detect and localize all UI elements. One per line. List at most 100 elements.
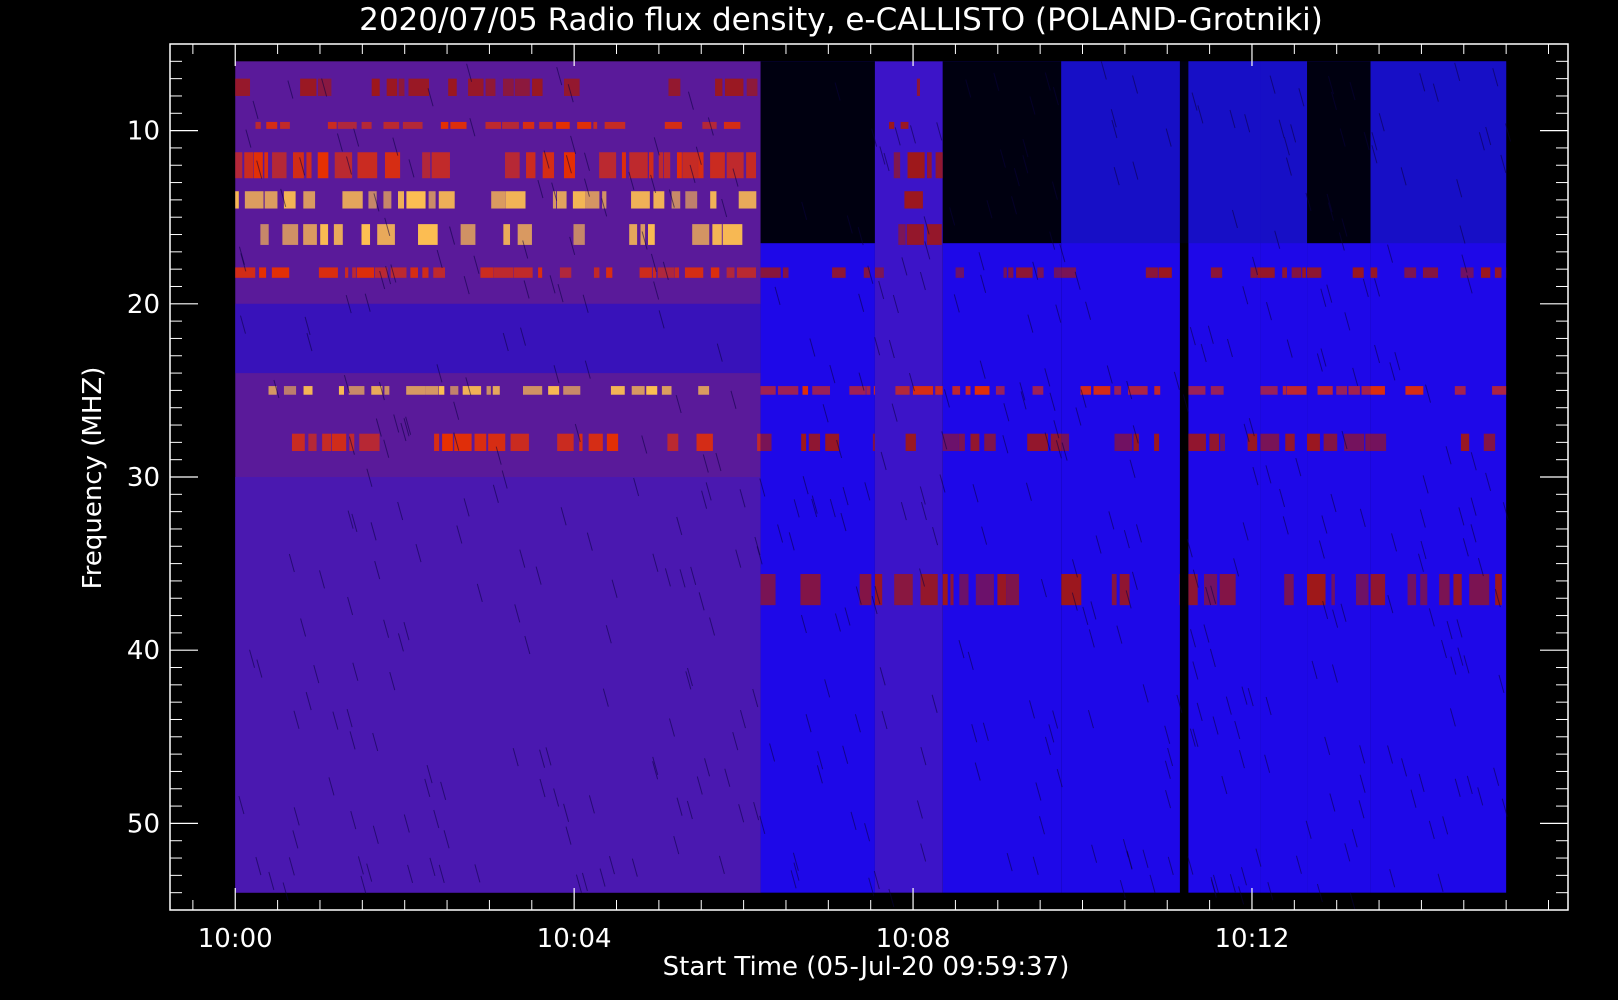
band-burst xyxy=(1016,267,1033,278)
band-burst xyxy=(577,121,592,129)
band-burst xyxy=(559,267,572,278)
band-burst xyxy=(1114,386,1122,395)
band-burst xyxy=(450,386,459,395)
band-burst xyxy=(342,191,363,209)
band-burst xyxy=(538,267,543,278)
band-burst xyxy=(431,152,450,179)
band-burst xyxy=(1032,386,1044,395)
band-burst xyxy=(1188,433,1206,452)
band-burst xyxy=(573,224,585,245)
band-burst xyxy=(736,267,756,278)
band-burst xyxy=(474,433,487,452)
band-burst xyxy=(970,433,980,452)
band-burst xyxy=(1037,267,1044,278)
band-burst xyxy=(1210,267,1223,278)
band-burst xyxy=(557,433,574,452)
band-burst xyxy=(1188,386,1206,395)
band-burst xyxy=(450,121,467,129)
band-burst xyxy=(291,433,305,452)
y-tick-label: 20 xyxy=(127,290,160,320)
band-burst xyxy=(1422,267,1439,278)
band-burst xyxy=(486,386,491,395)
band-burst xyxy=(1154,386,1161,395)
band-burst xyxy=(832,267,846,278)
x-tick-label: 10:08 xyxy=(876,924,951,954)
band-burst xyxy=(502,121,519,129)
band-burst xyxy=(398,78,405,96)
x-tick-label: 10:12 xyxy=(1214,924,1289,954)
band-burst xyxy=(995,386,1005,395)
band-burst xyxy=(710,152,725,179)
band-burst xyxy=(696,433,713,452)
x-tick-label: 10:00 xyxy=(198,924,273,954)
band-burst xyxy=(418,224,438,245)
band-burst xyxy=(1307,573,1326,606)
band-burst xyxy=(1260,386,1278,395)
band-burst xyxy=(712,224,722,245)
band-burst xyxy=(723,121,741,129)
segment-top-7 xyxy=(1260,61,1308,244)
band-burst xyxy=(710,191,717,209)
band-burst xyxy=(760,573,776,606)
band-burst xyxy=(1323,433,1338,452)
band-burst xyxy=(1111,573,1117,606)
band-burst xyxy=(306,152,312,179)
band-burst xyxy=(604,121,626,129)
band-burst xyxy=(505,191,526,209)
band-burst xyxy=(264,152,269,179)
band-burst xyxy=(513,267,533,278)
band-burst xyxy=(272,152,287,179)
band-burst xyxy=(1352,267,1364,278)
band-burst xyxy=(1420,573,1428,606)
band-burst xyxy=(1145,267,1158,278)
band-burst xyxy=(377,224,395,245)
band-burst xyxy=(610,386,625,395)
band-burst xyxy=(904,191,923,209)
band-burst xyxy=(647,224,655,245)
band-burst xyxy=(548,386,560,395)
band-burst xyxy=(300,78,317,96)
band-burst xyxy=(398,191,405,209)
band-burst xyxy=(631,191,650,209)
band-burst xyxy=(1179,573,1180,606)
band-burst xyxy=(746,78,758,96)
band-burst xyxy=(260,224,269,245)
band-burst xyxy=(606,267,613,278)
band-burst xyxy=(1370,433,1387,452)
band-burst xyxy=(1093,386,1111,395)
band-burst xyxy=(942,573,948,606)
band-burst xyxy=(266,121,278,129)
segment-2 xyxy=(874,61,943,893)
band-burst xyxy=(894,573,913,606)
band-burst xyxy=(271,267,290,278)
band-burst xyxy=(480,267,494,278)
band-burst xyxy=(1006,573,1019,606)
band-burst xyxy=(900,121,909,129)
band-burst xyxy=(800,573,821,606)
band-burst xyxy=(801,433,807,452)
band-burst xyxy=(661,386,672,395)
band-burst xyxy=(599,152,617,179)
band-burst xyxy=(1008,267,1014,278)
band-burst xyxy=(579,433,583,452)
band-burst xyxy=(264,191,278,209)
band-burst xyxy=(1302,267,1306,278)
band-burst xyxy=(1405,386,1424,395)
band-burst xyxy=(1158,267,1172,278)
band-burst xyxy=(1331,573,1335,606)
segment-top-6 xyxy=(1188,61,1261,244)
band-burst xyxy=(440,121,449,129)
band-burst xyxy=(1061,433,1069,452)
band-burst xyxy=(485,121,501,129)
band-burst xyxy=(318,267,338,278)
band-burst xyxy=(958,433,965,452)
band-burst xyxy=(1154,433,1160,452)
band-burst xyxy=(1483,433,1496,452)
band-burst xyxy=(663,152,671,179)
band-burst xyxy=(777,386,799,395)
band-burst xyxy=(1210,386,1224,395)
band-burst xyxy=(1284,573,1294,606)
band-burst xyxy=(402,121,423,129)
band-burst xyxy=(959,573,969,606)
band-burst xyxy=(872,433,875,452)
